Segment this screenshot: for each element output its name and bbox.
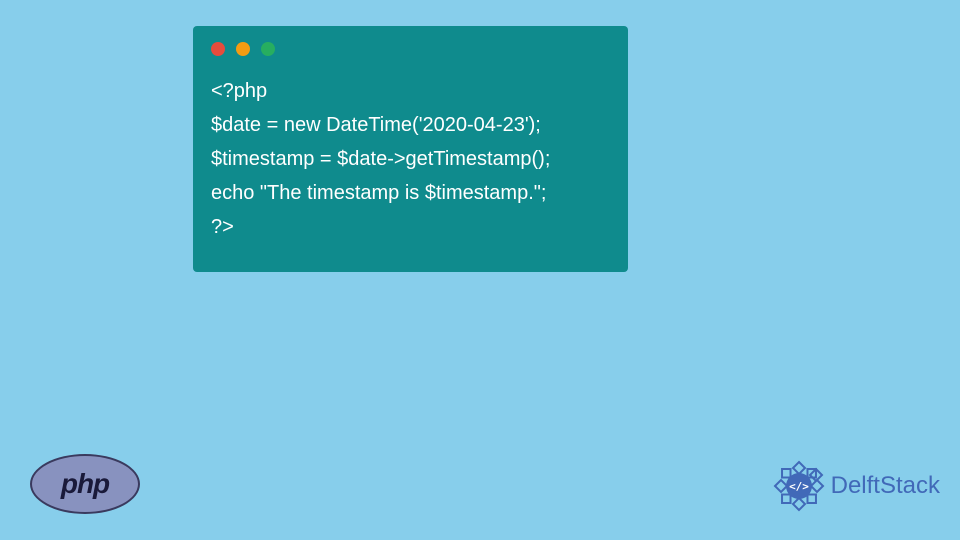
code-line: <?php bbox=[211, 80, 267, 102]
code-line: $date = new DateTime('2020-04-23'); bbox=[211, 114, 541, 136]
delftstack-icon: </> bbox=[771, 458, 827, 514]
minimize-icon bbox=[236, 42, 250, 56]
maximize-icon bbox=[261, 42, 275, 56]
delftstack-logo: </> DelftStack bbox=[771, 458, 940, 514]
code-window: <?php $date = new DateTime('2020-04-23')… bbox=[193, 26, 628, 272]
delftstack-text: DelftStack bbox=[831, 472, 940, 500]
svg-text:</>: </> bbox=[789, 480, 809, 493]
code-line: echo "The timestamp is $timestamp."; bbox=[211, 182, 546, 204]
code-content: <?php $date = new DateTime('2020-04-23')… bbox=[193, 66, 628, 252]
close-icon bbox=[211, 42, 225, 56]
php-logo-text: php bbox=[61, 468, 109, 500]
php-logo-ellipse: php bbox=[30, 454, 140, 514]
php-logo: php bbox=[30, 454, 140, 514]
code-line: ?> bbox=[211, 216, 234, 238]
window-traffic-lights bbox=[193, 26, 628, 66]
code-line: $timestamp = $date->getTimestamp(); bbox=[211, 148, 550, 170]
